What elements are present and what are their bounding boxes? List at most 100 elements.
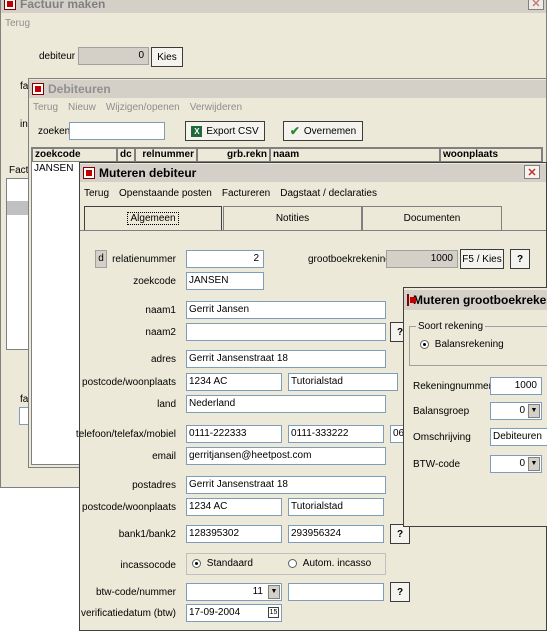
postcode2-field[interactable]: 1234 AC <box>186 498 282 516</box>
tab-notities[interactable]: Notities <box>223 206 362 230</box>
postadres-field[interactable]: Gerrit Jansenstraat 18 <box>186 476 386 494</box>
col-dc[interactable]: dc <box>117 148 135 162</box>
overnemen-button[interactable]: ✔ Overnemen <box>283 121 363 141</box>
menu-wijzigen[interactable]: Wijzigen/openen <box>106 102 180 113</box>
soort-rekening-label: Soort rekening <box>416 321 486 332</box>
balansgroep-select[interactable]: 0 ▼ <box>490 402 542 420</box>
balansrekening-radio[interactable]: Balansrekening <box>420 339 504 350</box>
postcode-woonplaats-label: postcode/woonplaats <box>82 377 176 388</box>
zoeken-input[interactable] <box>69 122 165 140</box>
menu-verwijderen[interactable]: Verwijderen <box>190 102 242 113</box>
in-label: in <box>20 119 28 130</box>
tab-documenten[interactable]: Documenten <box>362 206 502 230</box>
btw-help-button[interactable]: ? <box>390 582 410 602</box>
btw-code-select-gb[interactable]: 0 ▼ <box>490 455 542 473</box>
omschrijving-field[interactable]: Debiteuren <box>490 428 547 446</box>
radio-balansrekening-label: Balansrekening <box>434 339 504 350</box>
overnemen-label: Overnemen <box>303 125 357 137</box>
grootboek-help-button[interactable]: ? <box>510 249 530 269</box>
btw-code-label: BTW-code <box>413 459 461 470</box>
muteren-debiteur-titlebar[interactable]: Muteren debiteur ✕ <box>80 164 546 182</box>
kies-button[interactable]: Kies <box>151 47 183 67</box>
col-naam[interactable]: naam <box>270 148 440 162</box>
menu-factureren[interactable]: Factureren <box>222 188 270 199</box>
col-zoekcode[interactable]: zoekcode <box>32 148 117 162</box>
menu-terug[interactable]: Terug <box>33 102 58 113</box>
incasso-radio-standaard[interactable]: Standaard <box>192 558 253 569</box>
email-field[interactable]: gerritjansen@heetpost.com <box>186 447 386 465</box>
col-relnummer[interactable]: relnummer <box>135 148 197 162</box>
muteren-debiteur-title: Muteren debiteur <box>99 166 197 180</box>
menu-terug[interactable]: Terug <box>5 18 30 29</box>
omschrijving-label: Omschrijving <box>413 432 471 443</box>
app-icon <box>4 0 16 10</box>
excel-icon: X <box>191 125 203 137</box>
woonplaats-field[interactable]: Tutorialstad <box>288 373 398 391</box>
land-label: land <box>157 399 176 410</box>
woonplaats2-field[interactable]: Tutorialstad <box>288 498 384 516</box>
btw-code-select[interactable]: 11 ▼ <box>186 583 282 601</box>
menu-openstaande-posten[interactable]: Openstaande posten <box>119 188 212 199</box>
chevron-down-icon[interactable]: ▼ <box>528 404 540 418</box>
factuur-titlebar[interactable]: Factuur maken ✕ <box>1 0 546 13</box>
menu-nieuw[interactable]: Nieuw <box>68 102 96 113</box>
checkmark-icon: ✔ <box>289 124 300 138</box>
zoekcode-label: zoekcode <box>133 276 176 287</box>
bank-help-button[interactable]: ? <box>390 524 410 544</box>
close-icon[interactable]: ✕ <box>524 165 540 179</box>
debiteuren-menubar: Terug Nieuw Wijzigen/openen Verwijderen <box>29 99 546 115</box>
rekeningnummer-label: Rekeningnummer <box>413 381 492 392</box>
verificatiedatum-field[interactable]: 17-09-2004 15 <box>186 604 282 622</box>
muteren-grootboek-titlebar[interactable]: Muteren grootboekrekeni <box>404 290 547 310</box>
factuur-menubar: Terug <box>1 15 546 31</box>
chevron-down-icon[interactable]: ▼ <box>528 457 540 471</box>
menu-terug[interactable]: Terug <box>84 188 109 199</box>
naam1-field[interactable]: Gerrit Jansen <box>186 301 386 319</box>
incasso-radio-autom[interactable]: Autom. incasso <box>288 558 371 569</box>
col-woonplaats[interactable]: woonplaats <box>440 148 542 162</box>
incassocode-label: incassocode <box>120 560 176 571</box>
grootboekrekening-field[interactable]: 1000 <box>386 250 458 268</box>
relatienummer-field[interactable]: 2 <box>186 250 264 268</box>
chevron-down-icon[interactable]: ▼ <box>268 585 280 599</box>
telefoon-label: telefoon/telefax/mobiel <box>75 429 176 440</box>
radio-standaard-icon <box>192 558 201 568</box>
close-icon[interactable]: ✕ <box>528 0 544 10</box>
tab-algemeen[interactable]: Algemeen <box>84 206 222 230</box>
tab-documenten-label: Documenten <box>403 213 461 224</box>
btw-label: btw-code/nummer <box>95 587 176 598</box>
bank-label: bank1/bank2 <box>118 529 176 540</box>
export-csv-button[interactable]: X Export CSV <box>185 121 265 141</box>
naam2-field[interactable] <box>186 323 386 341</box>
f5-kies-button[interactable]: F5 / Kies <box>460 249 504 269</box>
calendar-icon[interactable]: 15 <box>268 607 279 618</box>
col-grb-rekn[interactable]: grb.rekn <box>197 148 270 162</box>
btw-nummer-field[interactable] <box>288 583 384 601</box>
balansgroep-label: Balansgroep <box>413 406 470 417</box>
postcode-field[interactable]: 1234 AC <box>186 373 282 391</box>
bank1-field[interactable]: 128395302 <box>186 525 282 543</box>
menu-dagstaat[interactable]: Dagstaat / declaraties <box>280 188 377 199</box>
export-csv-label: Export CSV <box>206 125 259 137</box>
naam2-label: naam2 <box>145 327 176 338</box>
relatienummer-label: relatienummer <box>112 254 176 265</box>
debiteur-field[interactable]: 0 <box>78 47 149 65</box>
btw-code-value: 11 <box>252 586 263 597</box>
radio-autom-icon <box>288 558 297 568</box>
app-icon <box>407 294 416 306</box>
verificatiedatum-label: verificatiedatum (btw) <box>80 608 176 619</box>
rekeningnummer-field[interactable]: 1000 <box>490 377 542 395</box>
adres-field[interactable]: Gerrit Jansenstraat 18 <box>186 350 386 368</box>
debiteuren-titlebar[interactable]: Debiteuren <box>29 80 546 98</box>
zoekcode-field[interactable]: JANSEN <box>186 272 264 290</box>
telefoon-field[interactable]: 0111-222333 <box>186 425 282 443</box>
zoeken-label: zoeken <box>38 126 71 137</box>
muteren-debiteur-menubar: Terug Openstaande posten Factureren Dags… <box>80 185 546 201</box>
factuur-title: Factuur maken <box>20 0 106 11</box>
radio-balansrekening-icon <box>420 339 429 349</box>
telefax-field[interactable]: 0111-333222 <box>288 425 384 443</box>
email-label: email <box>152 451 176 462</box>
bank2-field[interactable]: 293956324 <box>288 525 384 543</box>
app-icon <box>32 83 44 95</box>
land-field[interactable]: Nederland <box>186 395 386 413</box>
